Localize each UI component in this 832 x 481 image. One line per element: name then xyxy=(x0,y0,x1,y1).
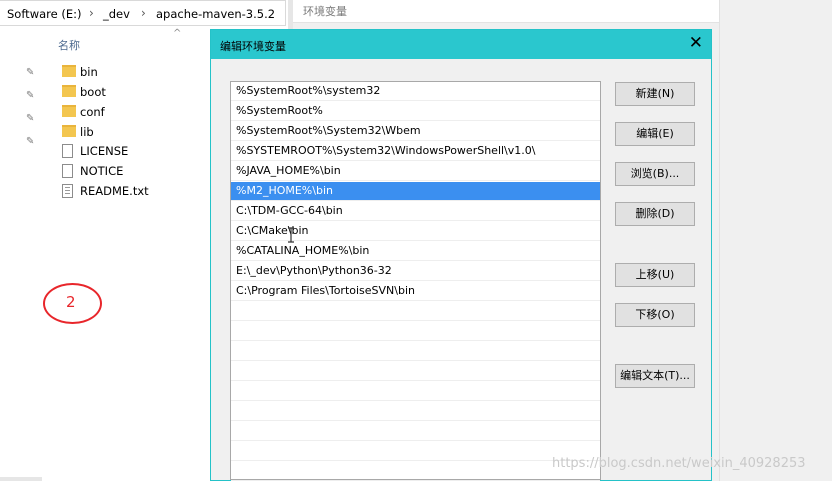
path-text: %M2_HOME%\bin xyxy=(236,184,333,197)
breadcrumb-maven[interactable]: apache-maven-3.5.2 xyxy=(156,7,275,21)
file-name: README.txt xyxy=(80,184,149,198)
list-item[interactable]: %SYSTEMROOT%\System32\WindowsPowerShell\… xyxy=(231,142,600,161)
pin-icon: ✎ xyxy=(26,113,35,124)
pin-icon: ✎ xyxy=(26,136,35,147)
pin-icon: ✎ xyxy=(26,90,35,101)
environment-window-title: 环境变量 xyxy=(303,5,347,18)
list-item-empty[interactable] xyxy=(231,322,600,341)
edit-env-variable-dialog: 编辑环境变量 ✕ %SystemRoot%\system32 %SystemRo… xyxy=(210,29,712,481)
breadcrumb-dev[interactable]: _dev xyxy=(103,7,130,21)
file-name: boot xyxy=(80,85,106,99)
list-item[interactable]: %JAVA_HOME%\bin xyxy=(231,162,600,181)
new-button[interactable]: 新建(N) xyxy=(615,82,695,106)
folder-icon xyxy=(62,125,76,137)
list-item-empty[interactable] xyxy=(231,402,600,421)
move-up-button[interactable]: 上移(U) xyxy=(615,263,695,287)
edit-text-button[interactable]: 编辑文本(T)... xyxy=(615,364,695,388)
path-text: %SYSTEMROOT%\System32\WindowsPowerShell\… xyxy=(236,144,536,157)
chevron-right-icon: › xyxy=(89,6,94,20)
list-item[interactable]: %CATALINA_HOME%\bin xyxy=(231,242,600,261)
list-item[interactable]: %SystemRoot%\System32\Wbem xyxy=(231,122,600,141)
list-item[interactable]: C:\TDM-GCC-64\bin xyxy=(231,202,600,221)
path-list[interactable]: %SystemRoot%\system32 %SystemRoot% %Syst… xyxy=(230,81,601,481)
file-name: bin xyxy=(80,65,98,79)
path-text: C:\TDM-GCC-64\bin xyxy=(236,204,343,217)
list-item[interactable]: %SystemRoot% xyxy=(231,102,600,121)
file-name: LICENSE xyxy=(80,144,129,158)
text-file-icon xyxy=(62,184,73,198)
folder-icon xyxy=(62,85,76,97)
list-item[interactable]: E:\_dev\Python\Python36-32 xyxy=(231,262,600,281)
file-name: conf xyxy=(80,105,105,119)
folder-icon xyxy=(62,65,76,77)
column-header-name[interactable]: 名称 xyxy=(58,37,80,53)
breadcrumb-drive[interactable]: Software (E:) xyxy=(7,7,81,21)
dialog-titlebar[interactable]: 编辑环境变量 ✕ xyxy=(211,30,711,59)
pane-divider xyxy=(0,477,42,481)
file-name: lib xyxy=(80,125,94,139)
list-item-empty[interactable] xyxy=(231,342,600,361)
move-down-button[interactable]: 下移(O) xyxy=(615,303,695,327)
folder-icon xyxy=(62,105,76,117)
list-item-empty[interactable] xyxy=(231,462,600,481)
file-icon xyxy=(62,144,73,158)
path-text: %SystemRoot% xyxy=(236,104,323,117)
navigation-pane: ✎ ✎ ✎ ✎ xyxy=(0,26,42,481)
chevron-right-icon: › xyxy=(141,6,146,20)
path-text: E:\_dev\Python\Python36-32 xyxy=(236,264,392,277)
file-name: NOTICE xyxy=(80,164,124,178)
path-text: %JAVA_HOME%\bin xyxy=(236,164,341,177)
pin-icon: ✎ xyxy=(26,67,35,78)
browse-button[interactable]: 浏览(B)... xyxy=(615,162,695,186)
list-item[interactable]: %SystemRoot%\system32 xyxy=(231,82,600,101)
list-item-empty[interactable] xyxy=(231,442,600,461)
list-item[interactable]: C:\Program Files\TortoiseSVN\bin xyxy=(231,282,600,301)
dialog-title: 编辑环境变量 xyxy=(220,40,286,53)
address-bar[interactable]: Software (E:) › _dev › apache-maven-3.5.… xyxy=(0,0,286,26)
environment-window-header xyxy=(293,0,719,23)
edit-button[interactable]: 编辑(E) xyxy=(615,122,695,146)
watermark: https://blog.csdn.net/weixin_40928253 xyxy=(552,456,806,471)
path-text: C:\CMake\bin xyxy=(236,224,309,237)
path-text: %SystemRoot%\system32 xyxy=(236,84,381,97)
list-item-empty[interactable] xyxy=(231,382,600,401)
list-item-empty[interactable] xyxy=(231,302,600,321)
sort-caret-icon: ^ xyxy=(173,28,182,39)
list-item-empty[interactable] xyxy=(231,422,600,441)
list-item-selected[interactable]: %M2_HOME%\bin xyxy=(231,182,600,201)
file-icon xyxy=(62,164,73,178)
environment-window-side xyxy=(719,0,832,481)
text-cursor-icon xyxy=(288,227,294,243)
path-text: %SystemRoot%\System32\Wbem xyxy=(236,124,421,137)
delete-button[interactable]: 删除(D) xyxy=(615,202,695,226)
list-item-empty[interactable] xyxy=(231,362,600,381)
path-text: %CATALINA_HOME%\bin xyxy=(236,244,370,257)
path-text: C:\Program Files\TortoiseSVN\bin xyxy=(236,284,415,297)
close-icon[interactable]: ✕ xyxy=(689,33,703,53)
annotation-label: 2 xyxy=(66,293,76,311)
